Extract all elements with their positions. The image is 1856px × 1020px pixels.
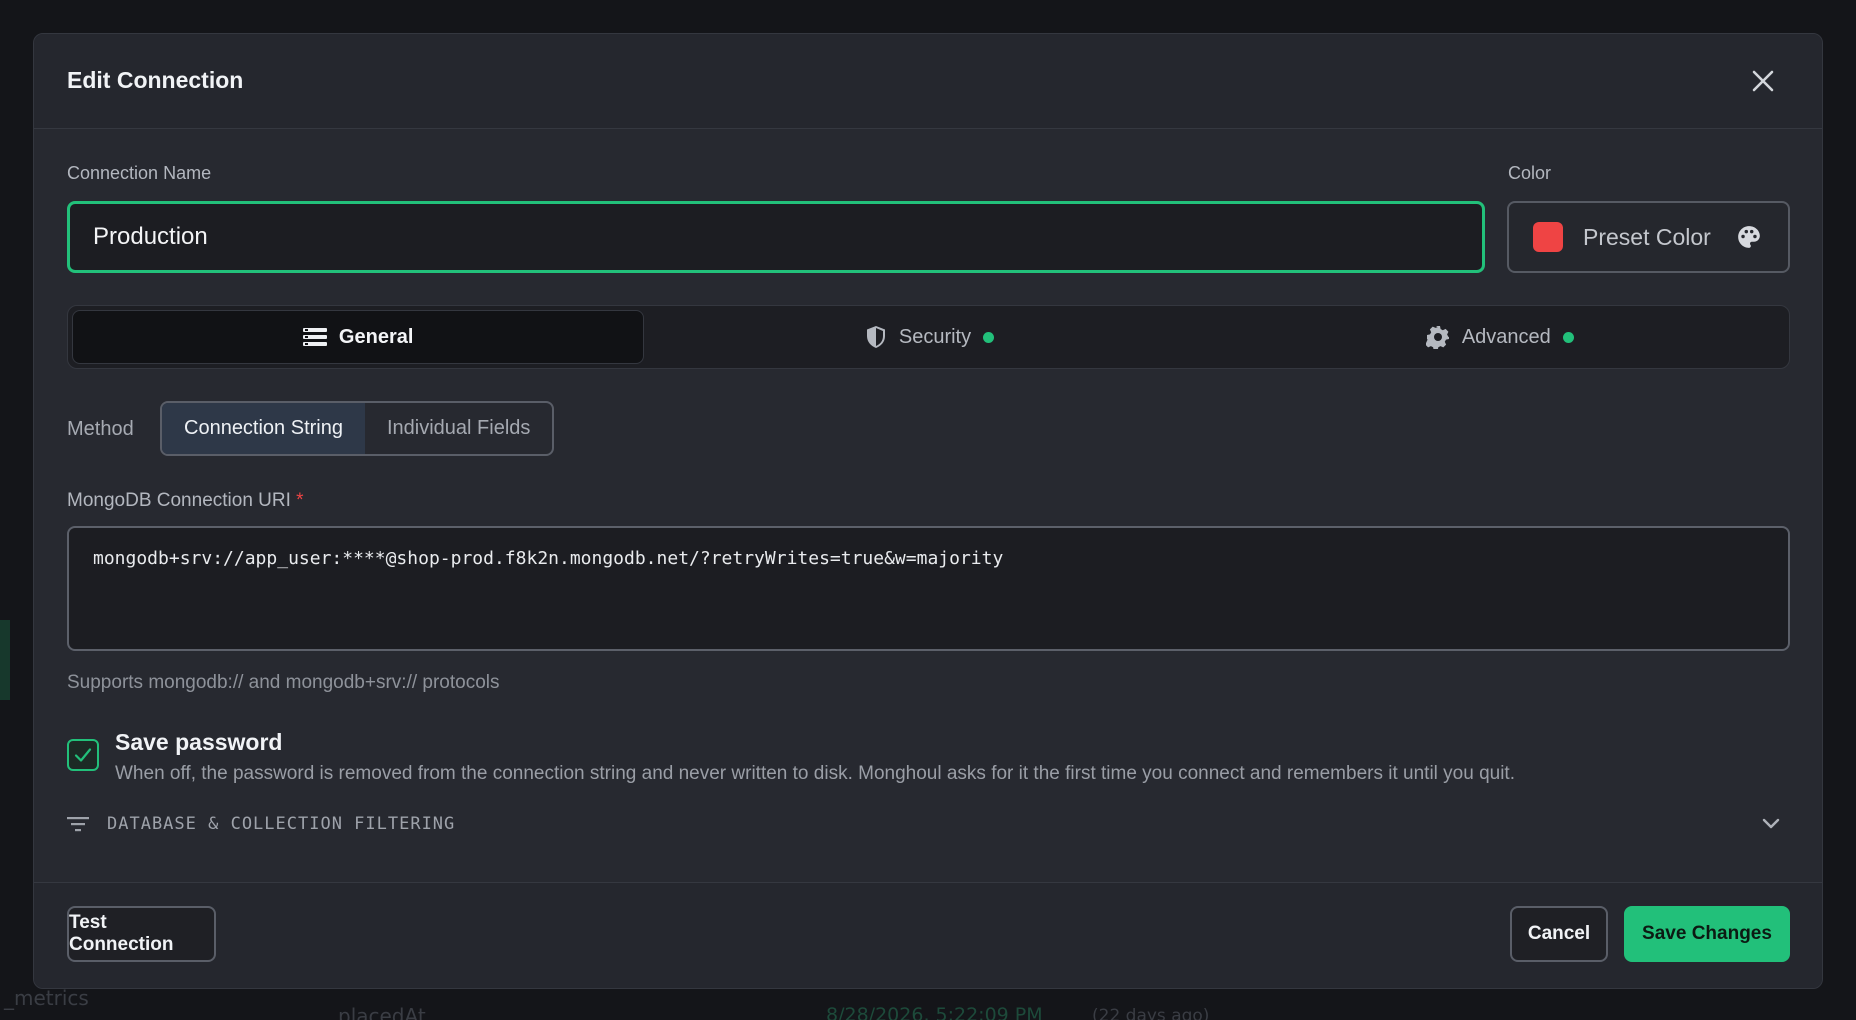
connection-name-value: Production — [93, 223, 208, 250]
dialog-footer: Test Connection Cancel Save Changes — [34, 882, 1822, 988]
background-field-value: 8/28/2026, 5:22:09 PM — [826, 1004, 1043, 1020]
dialog-title: Edit Connection — [67, 67, 244, 93]
save-password-description: When off, the password is removed from t… — [115, 763, 1515, 784]
save-password-title: Save password — [115, 729, 283, 755]
filter-icon — [67, 817, 89, 832]
tab-security[interactable]: Security — [644, 310, 1214, 364]
cancel-button[interactable]: Cancel — [1510, 906, 1608, 962]
method-selector: Connection String Individual Fields — [160, 401, 555, 456]
connection-uri-value: mongodb+srv://app_user:****@shop-prod.f8… — [93, 548, 1004, 569]
uri-label-text: MongoDB Connection URI — [67, 490, 291, 511]
list-icon — [302, 328, 327, 346]
gear-icon — [1425, 326, 1449, 349]
palette-icon — [1736, 224, 1762, 250]
filtering-label: DATABASE & COLLECTION FILTERING — [107, 814, 456, 834]
dialog-header: Edit Connection — [34, 34, 1822, 129]
filtering-section-toggle[interactable]: DATABASE & COLLECTION FILTERING — [67, 804, 1790, 844]
check-icon — [74, 748, 92, 762]
tab-advanced[interactable]: Advanced — [1215, 310, 1785, 364]
method-individual-fields[interactable]: Individual Fields — [365, 403, 552, 454]
test-connection-button[interactable]: Test Connection — [67, 906, 216, 962]
tab-security-label: Security — [898, 325, 972, 348]
edit-connection-dialog: Edit Connection Connection Name Color Pr… — [33, 33, 1823, 989]
shield-icon — [866, 326, 885, 348]
background-field-relative: (22 days ago) — [1092, 1006, 1210, 1020]
close-button[interactable] — [1746, 64, 1780, 98]
background-left-text: _metrics — [4, 986, 89, 1010]
close-icon — [1752, 70, 1774, 92]
advanced-status-indicator — [1562, 331, 1574, 343]
method-label: Method — [67, 418, 134, 440]
connection-tabs: General Security Advanced — [67, 305, 1790, 369]
color-button-label: Preset Color — [1583, 223, 1711, 250]
background-highlight — [0, 620, 10, 700]
tab-general[interactable]: General — [72, 310, 645, 364]
uri-helper-text: Supports mongodb:// and mongodb+srv:// p… — [67, 672, 500, 693]
security-status-indicator — [983, 331, 995, 343]
save-changes-button[interactable]: Save Changes — [1624, 906, 1790, 962]
color-picker-button[interactable]: Preset Color — [1507, 201, 1790, 273]
connection-uri-input[interactable]: mongodb+srv://app_user:****@shop-prod.f8… — [67, 526, 1790, 651]
save-password-checkbox[interactable] — [67, 739, 99, 771]
color-label: Color — [1508, 163, 1552, 183]
method-connection-string[interactable]: Connection String — [162, 403, 365, 454]
background-field-name: placedAt — [338, 1004, 426, 1020]
connection-name-label: Connection Name — [67, 163, 212, 183]
tab-advanced-label: Advanced — [1461, 325, 1551, 348]
color-swatch — [1533, 222, 1563, 252]
required-marker: * — [296, 490, 304, 511]
uri-label: MongoDB Connection URI * — [67, 490, 304, 512]
tab-general-label: General — [338, 325, 414, 348]
chevron-down-icon — [1762, 818, 1780, 830]
connection-name-input[interactable]: Production — [67, 201, 1485, 273]
